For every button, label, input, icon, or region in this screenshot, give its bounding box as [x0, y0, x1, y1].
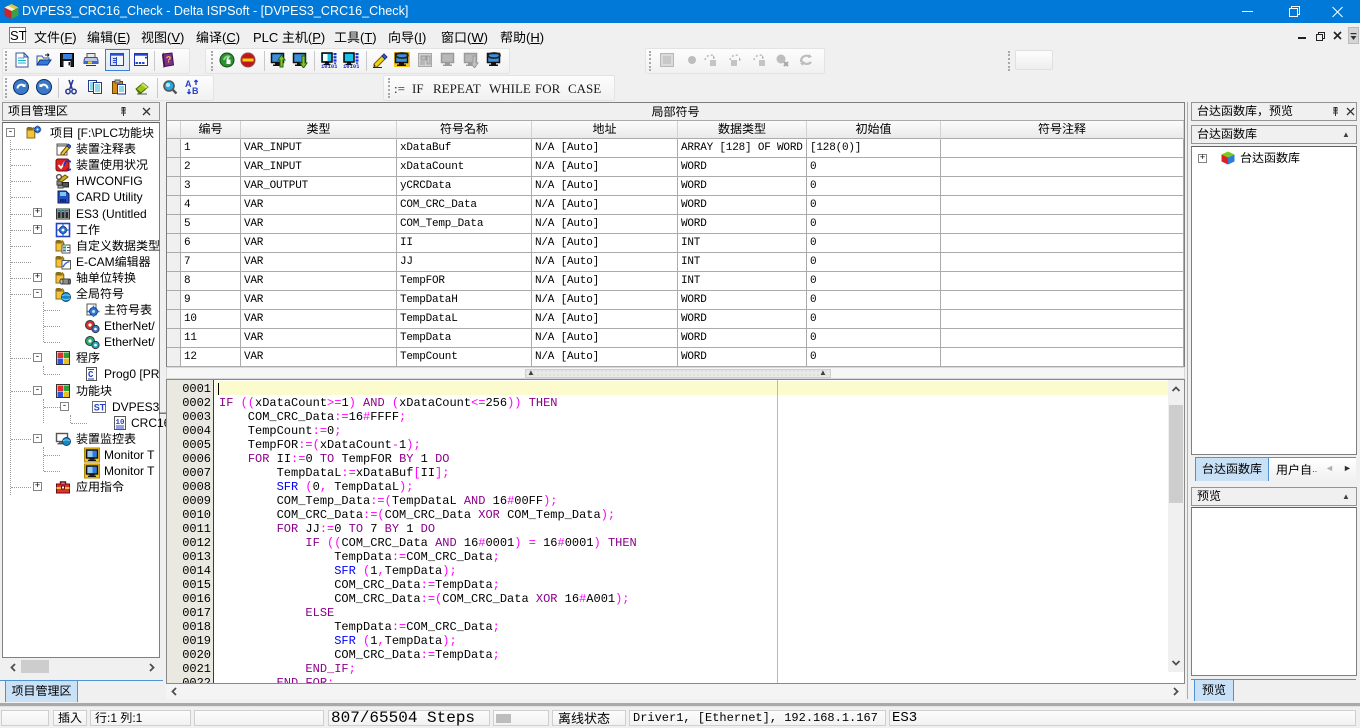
- svg-text:B: B: [192, 86, 199, 95]
- svg-text:10101: 10101: [343, 63, 359, 68]
- svg-text:10101: 10101: [321, 63, 337, 68]
- svg-text:ST: ST: [94, 403, 106, 413]
- svg-text:?: ?: [166, 54, 172, 64]
- svg-text:A: A: [185, 79, 192, 89]
